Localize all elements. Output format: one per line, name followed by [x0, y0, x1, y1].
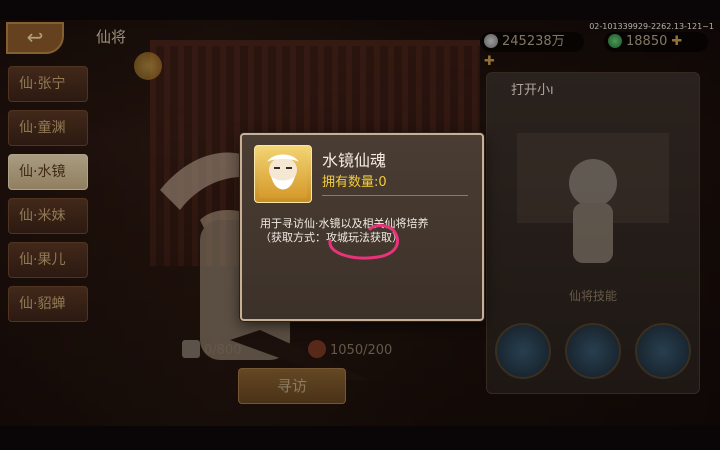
owned-value: 0 — [378, 175, 387, 190]
owned-count: 拥有数量:0 — [322, 171, 387, 190]
item-name: 水镜仙魂 — [322, 151, 387, 170]
item-frame — [254, 145, 312, 203]
item-description: 用于寻访仙·水镜以及相关仙将培养 （获取方式：攻城玩法获取） — [260, 217, 470, 245]
description-line-1: 用于寻访仙·水镜以及相关仙将培养 — [260, 217, 429, 230]
item-tooltip: 水镜仙魂 拥有数量:0 用于寻访仙·水镜以及相关仙将培养 （获取方式：攻城玩法获… — [240, 133, 484, 321]
old-sage-portrait-icon — [259, 150, 307, 198]
divider — [322, 195, 468, 196]
description-line-2: （获取方式：攻城玩法获取） — [260, 231, 403, 244]
owned-label: 拥有数量: — [322, 175, 379, 190]
